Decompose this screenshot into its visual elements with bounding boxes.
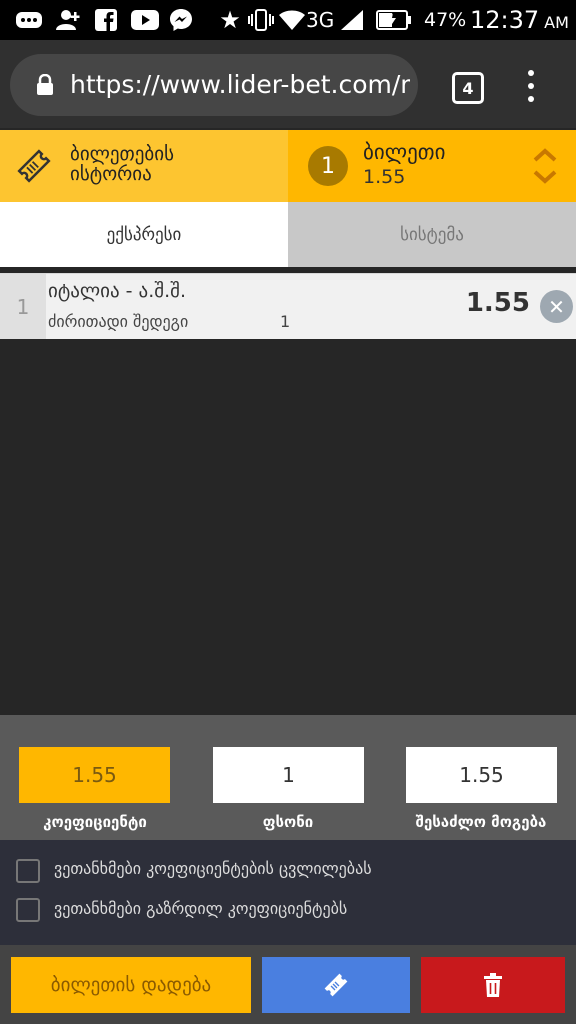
tab-express[interactable]: ექსპრესი <box>0 202 288 267</box>
ticket-history-line2: ისტორია <box>70 163 152 185</box>
star-icon: ★ <box>219 6 241 34</box>
ticket-history-line1: ბილეთების <box>70 143 174 165</box>
close-icon: ✕ <box>548 294 565 319</box>
stake-input[interactable]: 1 <box>213 747 364 803</box>
stake-label: ფსონი <box>262 813 314 831</box>
action-bar: ბილეთის დადება <box>0 945 576 1024</box>
accept-odds-change-label[interactable]: ვეთანხმები კოეფიციენტების ცვლილებას <box>54 859 372 878</box>
messenger-icon <box>168 9 194 31</box>
chat-icon <box>14 10 44 30</box>
tab-system[interactable]: სისტემა <box>288 202 576 267</box>
bet-match-name: იტალია - ა.შ.შ. <box>48 280 186 302</box>
expand-collapse-icon[interactable] <box>532 146 558 190</box>
signal-icon <box>340 10 364 30</box>
bet-outcome: 1 <box>280 312 291 331</box>
ticket-summary[interactable]: 1 ბილეთი 1.55 <box>288 130 576 202</box>
remove-bet-button[interactable]: ✕ <box>540 290 573 323</box>
accept-increased-odds-checkbox[interactable] <box>16 898 40 922</box>
ticket-total-odds: 1.55 <box>363 166 406 188</box>
possible-win-field: 1.55 <box>406 747 557 803</box>
tab-switcher-button[interactable]: 4 <box>452 72 484 104</box>
address-bar[interactable]: https://www.lider-bet.com/m/lotto <box>10 54 418 116</box>
browser-menu-button[interactable] <box>524 70 538 102</box>
menu-dot <box>528 83 534 89</box>
vibrate-icon <box>248 9 274 31</box>
ticket-count-badge: 1 <box>308 146 348 186</box>
accept-odds-change-checkbox[interactable] <box>16 859 40 883</box>
facebook-icon <box>94 9 118 31</box>
bet-index: 1 <box>0 274 46 339</box>
battery-percent: 47% <box>424 9 467 31</box>
menu-dot <box>528 96 534 102</box>
options-panel: ვეთანხმები კოეფიციენტების ცვლილებას ვეთა… <box>0 840 576 945</box>
bet-market: ძირითადი შედეგი <box>48 312 189 331</box>
add-contact-icon <box>54 10 82 30</box>
battery-icon <box>376 10 412 30</box>
ticket-history-label: ბილეთების ისტორია <box>70 144 174 184</box>
quick-ticket-button[interactable] <box>262 957 410 1013</box>
delete-ticket-button[interactable] <box>421 957 565 1013</box>
clock-ampm: AM <box>544 12 569 32</box>
coefficient-label: კოეფიციენტი <box>43 813 147 831</box>
bet-row: 1 იტალია - ა.შ.შ. ძირითადი შედეგი 1 1.55… <box>0 273 576 339</box>
wifi-icon <box>278 10 306 30</box>
bet-odds: 1.55 <box>465 288 530 318</box>
clock-time: 12:37 <box>470 6 540 34</box>
clock: 12:37 AM <box>470 6 569 34</box>
youtube-icon <box>130 10 160 30</box>
ticket-history-button[interactable]: ბილეთების ისტორია <box>0 130 288 202</box>
browser-toolbar: https://www.lider-bet.com/m/lotto <box>0 40 576 128</box>
ticket-icon <box>324 973 348 997</box>
trash-icon <box>484 973 502 997</box>
menu-dot <box>528 70 534 76</box>
url-text[interactable]: https://www.lider-bet.com/m/lotto <box>70 69 410 101</box>
ticket-title: ბილეთი <box>363 140 446 164</box>
place-bet-button[interactable]: ბილეთის დადება <box>11 957 251 1013</box>
ticket-icon <box>14 146 54 190</box>
lock-icon <box>36 73 54 100</box>
accept-increased-odds-label[interactable]: ვეთანხმები გაზრდილ კოეფიციენტებს <box>54 899 347 918</box>
coefficient-field: 1.55 <box>19 747 170 803</box>
network-type: 3G <box>306 8 335 32</box>
status-bar: ★ 3G 47% 12:37 AM <box>0 0 576 40</box>
stake-calculator: 1.55 1 1.55 კოეფიციენტი ფსონი შესაძლო მო… <box>0 715 576 840</box>
possible-win-label: შესაძლო მოგება <box>415 813 547 831</box>
